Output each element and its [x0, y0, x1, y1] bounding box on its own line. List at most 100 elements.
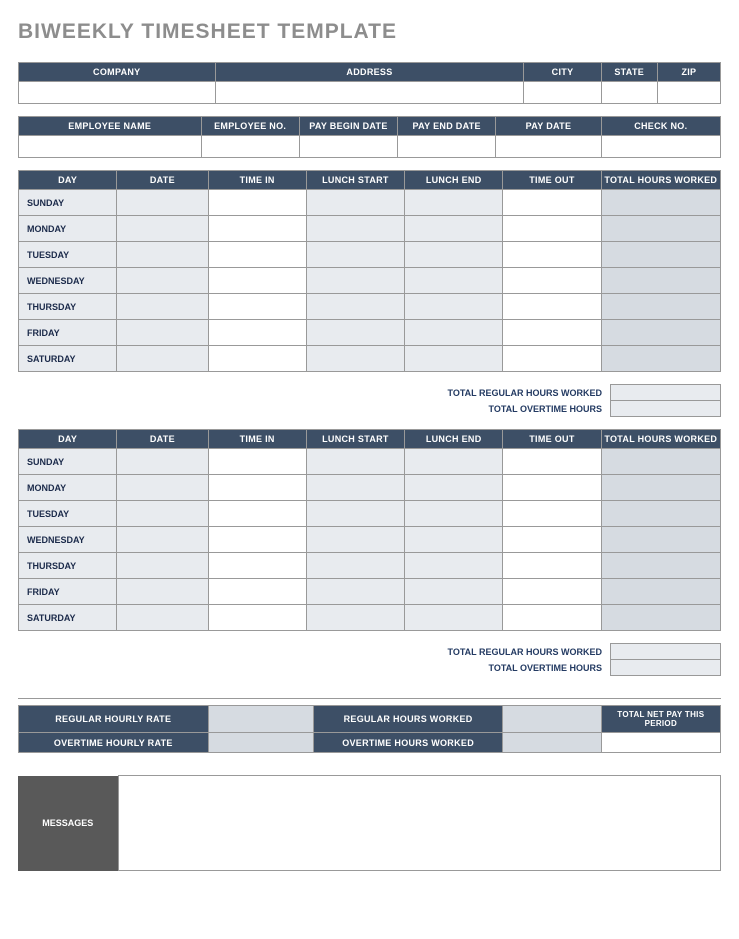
w1-sun-in[interactable]	[208, 190, 306, 216]
w2-thu-out[interactable]	[503, 553, 601, 579]
ot-rate-input[interactable]	[208, 733, 313, 753]
w1-thu-out[interactable]	[503, 294, 601, 320]
w1-fri-out[interactable]	[503, 320, 601, 346]
w2-wed-date[interactable]	[117, 527, 208, 553]
w1-sat-date[interactable]	[117, 346, 208, 372]
w1-sat-out[interactable]	[503, 346, 601, 372]
w1-sat-ls[interactable]	[306, 346, 404, 372]
w2-regular-value[interactable]	[611, 644, 721, 660]
pay-date-input[interactable]	[496, 136, 601, 158]
w1-tue-ls[interactable]	[306, 242, 404, 268]
w2-mon-total[interactable]	[601, 475, 720, 501]
w1-tue-in[interactable]	[208, 242, 306, 268]
w1-mon-total[interactable]	[601, 216, 720, 242]
w1-tue-date[interactable]	[117, 242, 208, 268]
city-input[interactable]	[524, 82, 601, 104]
w2-mon-le[interactable]	[405, 475, 503, 501]
w1-fri-ls[interactable]	[306, 320, 404, 346]
w1-thu-date[interactable]	[117, 294, 208, 320]
net-pay-value[interactable]	[601, 733, 720, 753]
w1-thu-le[interactable]	[405, 294, 503, 320]
w2-thu-in[interactable]	[208, 553, 306, 579]
w2-sun-ls[interactable]	[306, 449, 404, 475]
w2-fri-le[interactable]	[405, 579, 503, 605]
w1-sat-total[interactable]	[601, 346, 720, 372]
w1-thu-in[interactable]	[208, 294, 306, 320]
ot-hours-input[interactable]	[503, 733, 601, 753]
w2-wed-total[interactable]	[601, 527, 720, 553]
state-input[interactable]	[601, 82, 657, 104]
w1-tue-le[interactable]	[405, 242, 503, 268]
w2-fri-date[interactable]	[117, 579, 208, 605]
w1-overtime-value[interactable]	[611, 401, 721, 417]
w2-fri-in[interactable]	[208, 579, 306, 605]
w1-sun-le[interactable]	[405, 190, 503, 216]
w2-sat-out[interactable]	[503, 605, 601, 631]
w2-mon-date[interactable]	[117, 475, 208, 501]
messages-input[interactable]	[118, 776, 721, 871]
w1-fri-date[interactable]	[117, 320, 208, 346]
w1-mon-le[interactable]	[405, 216, 503, 242]
w2-sun-le[interactable]	[405, 449, 503, 475]
w1-mon-in[interactable]	[208, 216, 306, 242]
w1-regular-value[interactable]	[611, 385, 721, 401]
w1-sun-total[interactable]	[601, 190, 720, 216]
w2-sun-total[interactable]	[601, 449, 720, 475]
employee-name-input[interactable]	[19, 136, 202, 158]
w1-wed-total[interactable]	[601, 268, 720, 294]
w1-sun-ls[interactable]	[306, 190, 404, 216]
w1-wed-date[interactable]	[117, 268, 208, 294]
w2-thu-le[interactable]	[405, 553, 503, 579]
address-input[interactable]	[215, 82, 524, 104]
reg-hours-input[interactable]	[503, 706, 601, 733]
check-no-input[interactable]	[601, 136, 720, 158]
w1-mon-ls[interactable]	[306, 216, 404, 242]
w1-sat-in[interactable]	[208, 346, 306, 372]
w1-wed-in[interactable]	[208, 268, 306, 294]
w2-sat-total[interactable]	[601, 605, 720, 631]
w1-thu-ls[interactable]	[306, 294, 404, 320]
w2-tue-total[interactable]	[601, 501, 720, 527]
w2-fri-out[interactable]	[503, 579, 601, 605]
w2-overtime-value[interactable]	[611, 660, 721, 676]
w1-sat-le[interactable]	[405, 346, 503, 372]
w2-thu-ls[interactable]	[306, 553, 404, 579]
w1-sun-out[interactable]	[503, 190, 601, 216]
w1-fri-le[interactable]	[405, 320, 503, 346]
w2-wed-in[interactable]	[208, 527, 306, 553]
w2-tue-out[interactable]	[503, 501, 601, 527]
employee-no-input[interactable]	[201, 136, 299, 158]
w1-sun-date[interactable]	[117, 190, 208, 216]
w2-thu-date[interactable]	[117, 553, 208, 579]
w2-tue-ls[interactable]	[306, 501, 404, 527]
w2-mon-ls[interactable]	[306, 475, 404, 501]
w2-mon-out[interactable]	[503, 475, 601, 501]
w2-sun-out[interactable]	[503, 449, 601, 475]
w2-sat-in[interactable]	[208, 605, 306, 631]
w2-tue-in[interactable]	[208, 501, 306, 527]
w1-mon-date[interactable]	[117, 216, 208, 242]
w1-tue-total[interactable]	[601, 242, 720, 268]
w2-mon-in[interactable]	[208, 475, 306, 501]
w1-wed-ls[interactable]	[306, 268, 404, 294]
w2-sat-date[interactable]	[117, 605, 208, 631]
w2-sat-le[interactable]	[405, 605, 503, 631]
w1-tue-out[interactable]	[503, 242, 601, 268]
w1-wed-out[interactable]	[503, 268, 601, 294]
company-input[interactable]	[19, 82, 216, 104]
w2-wed-le[interactable]	[405, 527, 503, 553]
pay-end-input[interactable]	[398, 136, 496, 158]
w2-sun-in[interactable]	[208, 449, 306, 475]
zip-input[interactable]	[657, 82, 720, 104]
w2-tue-date[interactable]	[117, 501, 208, 527]
w2-fri-total[interactable]	[601, 579, 720, 605]
w2-sat-ls[interactable]	[306, 605, 404, 631]
reg-rate-input[interactable]	[208, 706, 313, 733]
w1-fri-total[interactable]	[601, 320, 720, 346]
w2-wed-ls[interactable]	[306, 527, 404, 553]
w1-thu-total[interactable]	[601, 294, 720, 320]
w2-wed-out[interactable]	[503, 527, 601, 553]
w2-fri-ls[interactable]	[306, 579, 404, 605]
w2-sun-date[interactable]	[117, 449, 208, 475]
w2-tue-le[interactable]	[405, 501, 503, 527]
